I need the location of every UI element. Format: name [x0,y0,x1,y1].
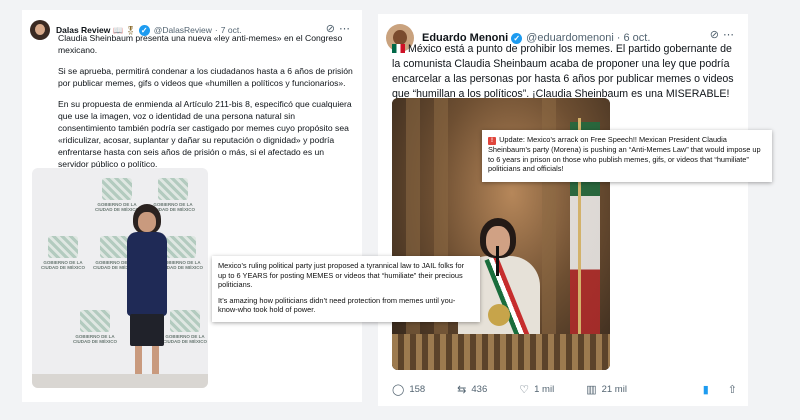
tweet-body: México está a punto de prohibir los meme… [392,42,738,102]
update-caption-box: ! Update: Mexico’s arrack on Free Speech… [482,130,772,182]
tweet-text: México está a punto de prohibir los meme… [392,43,734,100]
repost-button[interactable]: ⇆ 436 [457,383,487,396]
tweet-body: Claudia Sheinbaum presenta una nueva «le… [58,32,354,179]
share-button[interactable]: ⇧ [728,383,742,396]
bookmark-icon: ▮ [702,383,709,396]
caption-paragraph: Mexico’s ruling political party just pro… [218,261,465,289]
update-text: Update: Mexico’s arrack on Free Speech!!… [488,135,761,174]
repost-icon: ⇆ [457,383,467,396]
repost-count: 436 [471,383,488,395]
grok-icon[interactable]: ⊘ [710,29,723,41]
mexico-flag-icon [392,44,405,53]
caption-paragraph: It’s amazing how politicians didn’t need… [218,295,456,315]
tweet-paragraph: Si se aprueba, permitirá condenar a los … [58,66,353,88]
views-count: 21 mil [601,383,627,395]
tweet-photo-sheinbaum-walking[interactable]: GOBIERNO DE LA CIUDAD DE MÉXICO GOBIERNO… [32,168,208,388]
header-icons: ⊘⋯ [710,28,738,41]
tweet-paragraph: En su propuesta de enmienda al Artículo … [58,99,352,169]
avatar[interactable] [30,20,50,40]
like-count: 1 mil [534,383,555,395]
more-icon[interactable]: ⋯ [723,29,738,41]
reply-icon: ◯ [392,383,405,396]
like-button[interactable]: ♡ 1 mil [519,383,554,396]
cdmx-logo: GOBIERNO DE LA CIUDAD DE MÉXICO [162,308,208,354]
like-icon: ♡ [519,383,530,396]
reply-button[interactable]: ◯ 158 [392,383,425,396]
views-icon: ▥ [586,383,597,396]
cdmx-logo: GOBIERNO DE LA CIUDAD DE MÉXICO [40,234,86,280]
bookmark-button[interactable]: ▮ [703,383,714,396]
share-icon: ⇧ [727,383,737,396]
cdmx-logo: GOBIERNO DE LA CIUDAD DE MÉXICO [72,308,118,354]
tweet-paragraph: Claudia Sheinbaum presenta una nueva «le… [58,33,343,55]
tweet-actions: ◯ 158 ⇆ 436 ♡ 1 mil ▥ 21 mil ▮ ⇧ [392,380,742,398]
reply-count: 158 [409,383,426,395]
alert-icon: ! [488,137,496,145]
english-caption-box: Mexico’s ruling political party just pro… [212,256,480,322]
views-button[interactable]: ▥ 21 mil [586,383,627,396]
